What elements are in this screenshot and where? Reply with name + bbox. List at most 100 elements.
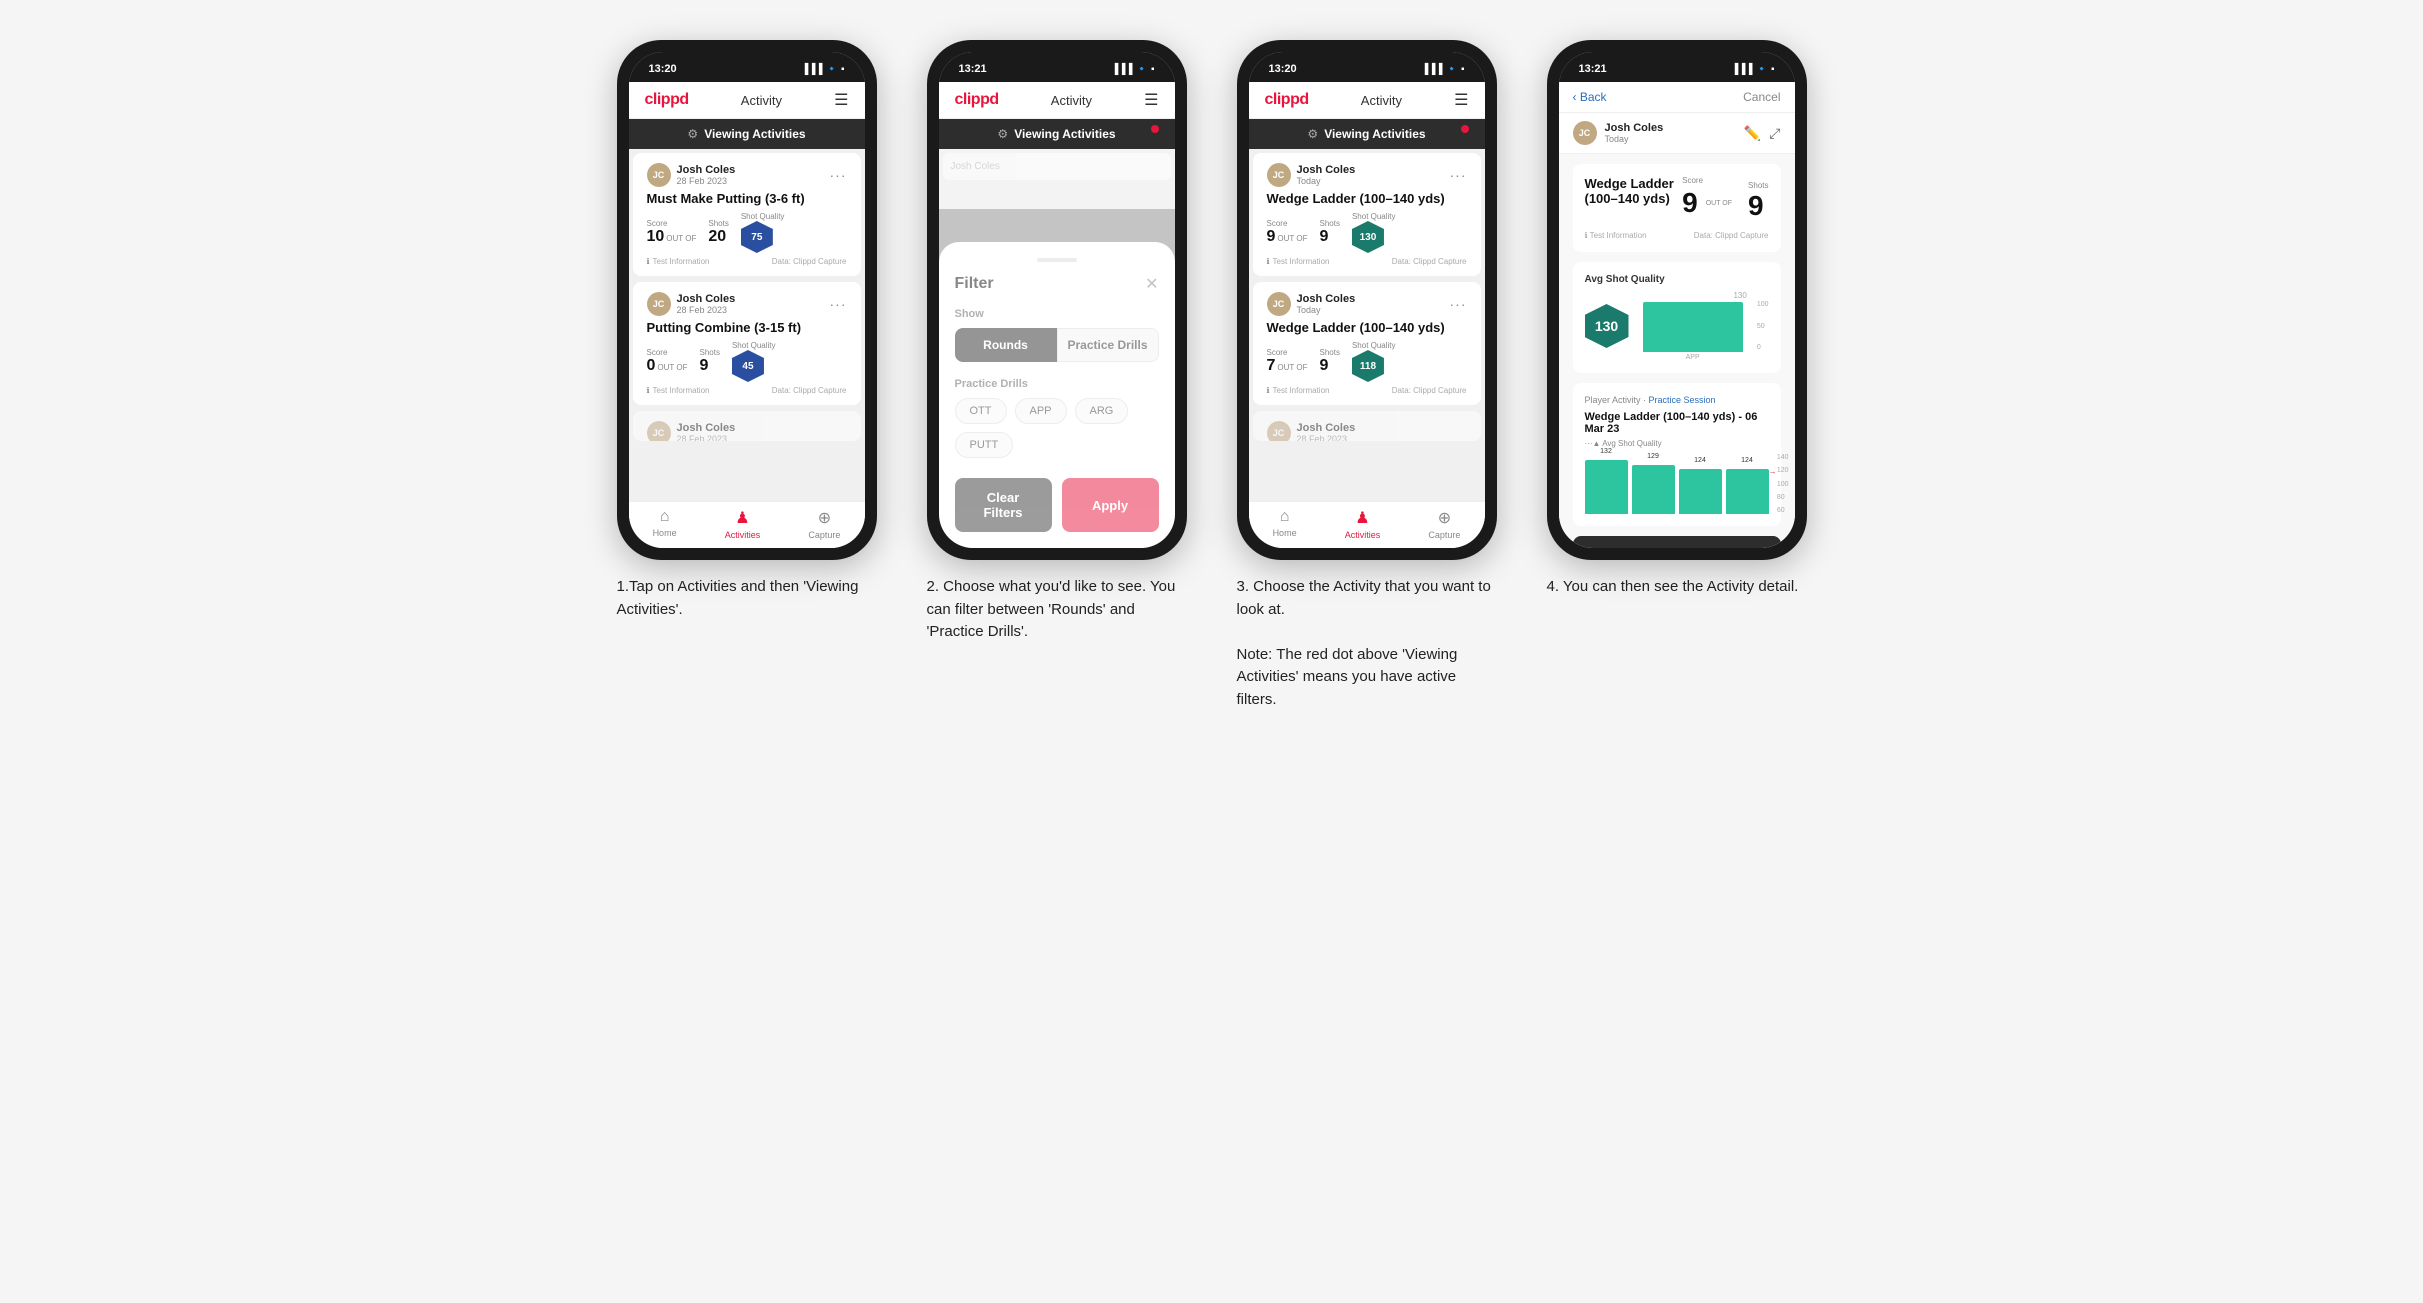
detail-data-4: Data: Clippd Capture <box>1694 231 1769 240</box>
nav-capture-1[interactable]: ⊕ Capture <box>808 508 840 540</box>
viewing-activities-bar-3[interactable]: ⚙ Viewing Activities <box>1249 119 1485 149</box>
more-icon-1-1[interactable]: ··· <box>830 167 847 183</box>
phone-3-column: 13:20 ▐▐▐ 🔹 ▪ clippd Activity ☰ ⚙ <box>1227 40 1507 711</box>
avatar-3-2: JC <box>1267 292 1291 316</box>
sq-block-3-2: Shot Quality 118 <box>1352 341 1396 382</box>
user-info-3-1: JC Josh Coles Today <box>1267 163 1356 187</box>
activities-icon-1: ♟ <box>735 508 749 528</box>
close-filter-button[interactable]: ✕ <box>1145 274 1158 294</box>
score-section-4: Wedge Ladder(100–140 yds) Score 9 OUT OF <box>1573 164 1781 252</box>
apply-filter-button[interactable]: Apply <box>1062 478 1159 532</box>
back-activities-button-4[interactable]: Back to Activities <box>1573 536 1781 548</box>
battery-icon-3: ▪ <box>1461 64 1465 75</box>
nav-capture-3[interactable]: ⊕ Capture <box>1428 508 1460 540</box>
status-bar-4: 13:21 ▐▐▐ 🔹 ▪ <box>1559 52 1795 82</box>
user-name-1-3: Josh Coles <box>677 422 736 434</box>
clear-filters-button[interactable]: Clear Filters <box>955 478 1052 532</box>
footer-info-left-1-1: ℹ Test Information <box>647 257 710 266</box>
avg-sq-label-4: Avg Shot Quality <box>1585 274 1769 285</box>
shots-label-3-1: Shots <box>1319 219 1339 228</box>
detail-action-icons-4: ✏️ ⤢ <box>1744 125 1781 142</box>
phone-2-frame: 13:21 ▐▐▐ 🔹 ▪ clippd Activity ☰ ⚙ <box>927 40 1187 560</box>
user-info-3-3: JC Josh Coles 28 Feb 2023 <box>1267 421 1356 441</box>
score-block-1-1: Score 10 OUT OF <box>647 219 697 246</box>
avatar-1-2: JC <box>647 292 671 316</box>
sheet-handle-2 <box>1037 258 1077 262</box>
activity-title-3-1: Wedge Ladder (100–140 yds) <box>1267 191 1467 206</box>
score-value-3-1: 9 OUT OF <box>1267 228 1308 246</box>
score-block-3-1: Score 9 OUT OF <box>1267 219 1308 246</box>
activity-card-1-2[interactable]: JC Josh Coles 28 Feb 2023 ··· Putting Co… <box>633 282 861 405</box>
more-icon-3-1[interactable]: ··· <box>1450 167 1467 183</box>
footer-info-left-3-2: ℹ Test Information <box>1267 386 1330 395</box>
more-icon-1-2[interactable]: ··· <box>830 296 847 312</box>
shots-value-1-2: 9 <box>699 357 719 375</box>
chip-ott[interactable]: OTT <box>955 398 1007 424</box>
viewing-activities-label-2: Viewing Activities <box>1014 127 1115 141</box>
header-title-2: Activity <box>1051 93 1092 108</box>
score-block-3-2: Score 7 OUT OF <box>1267 348 1308 375</box>
signal-icon-1: ▐▐▐ <box>801 64 822 75</box>
activity-card-3-1[interactable]: JC Josh Coles Today ··· Wedge Ladder (10… <box>1253 153 1481 276</box>
status-time-1: 13:20 <box>649 63 677 75</box>
viewing-activities-label-1: Viewing Activities <box>704 127 805 141</box>
user-date-3-2: Today <box>1297 305 1356 315</box>
card-footer-1-1: ℹ Test Information Data: Clippd Capture <box>647 257 847 266</box>
phone-3-frame: 13:20 ▐▐▐ 🔹 ▪ clippd Activity ☰ ⚙ <box>1237 40 1497 560</box>
viewing-activities-bar-1[interactable]: ⚙ Viewing Activities <box>629 119 865 149</box>
back-button-4[interactable]: ‹ Back <box>1573 90 1607 104</box>
practice-drills-toggle-button[interactable]: Practice Drills <box>1057 328 1159 362</box>
score-value-1-2: 0 OUT OF <box>647 357 688 375</box>
activities-label-3: Activities <box>1345 530 1381 540</box>
practice-session-label-4: Player Activity · Practice Session <box>1585 395 1769 405</box>
main-chart-4: 140 120 100 80 60 132 129 <box>1585 454 1769 514</box>
viewing-activities-bar-2[interactable]: ⚙ Viewing Activities <box>939 119 1175 149</box>
nav-activities-3[interactable]: ♟ Activities <box>1345 508 1381 540</box>
chip-arg[interactable]: ARG <box>1075 398 1129 424</box>
user-date-1-2: 28 Feb 2023 <box>677 305 736 315</box>
stats-row-1-1: Score 10 OUT OF Shots 20 Shot Quality 75 <box>647 212 847 253</box>
user-date-3-3: 28 Feb 2023 <box>1297 434 1356 441</box>
battery-icon-1: ▪ <box>841 64 845 75</box>
activity-card-3-3: JC Josh Coles 28 Feb 2023 <box>1253 411 1481 441</box>
activity-card-1-1[interactable]: JC Josh Coles 28 Feb 2023 ··· Must Make … <box>633 153 861 276</box>
wifi-icon-2: 🔹 <box>1136 64 1148 75</box>
filter-icon-1: ⚙ <box>687 127 698 141</box>
status-icons-1: ▐▐▐ 🔹 ▪ <box>801 64 844 75</box>
sq-label-1-1: Shot Quality <box>741 212 785 221</box>
wifi-icon-1: 🔹 <box>826 64 838 75</box>
user-info-1-1: JC Josh Coles 28 Feb 2023 <box>647 163 736 187</box>
chart-bars-4 <box>1639 302 1747 352</box>
status-bar-2: 13:21 ▐▐▐ 🔹 ▪ <box>939 52 1175 82</box>
edit-icon-4[interactable]: ✏️ <box>1744 125 1761 142</box>
sq-block-1-2: Shot Quality 45 <box>732 341 776 382</box>
rounds-toggle-button[interactable]: Rounds <box>955 328 1057 362</box>
detail-footer-4: ℹ Test Information Data: Clippd Capture <box>1585 231 1769 240</box>
user-date-1-3: 28 Feb 2023 <box>677 434 736 441</box>
chart-bar-4-4: 124 → <box>1726 469 1769 514</box>
home-label-1: Home <box>653 528 677 538</box>
phone-2-column: 13:21 ▐▐▐ 🔹 ▪ clippd Activity ☰ ⚙ <box>917 40 1197 644</box>
sq-hex-4: 130 <box>1585 304 1629 348</box>
detail-header-4: ‹ Back Cancel <box>1559 82 1795 113</box>
menu-icon-1[interactable]: ☰ <box>834 90 848 110</box>
chip-app[interactable]: APP <box>1015 398 1067 424</box>
avatar-3-3: JC <box>1267 421 1291 441</box>
menu-icon-3[interactable]: ☰ <box>1454 90 1468 110</box>
score-value-1-1: 10 OUT OF <box>647 228 697 246</box>
expand-icon-4[interactable]: ⤢ <box>1769 125 1780 142</box>
activity-card-3-2[interactable]: JC Josh Coles Today ··· Wedge Ladder (10… <box>1253 282 1481 405</box>
menu-icon-2[interactable]: ☰ <box>1144 90 1158 110</box>
activity-title-3-2: Wedge Ladder (100–140 yds) <box>1267 320 1467 335</box>
nav-home-3[interactable]: ⌂ Home <box>1273 508 1297 540</box>
cancel-button-4[interactable]: Cancel <box>1743 90 1780 104</box>
chart-y-labels-4: 140 120 100 80 60 <box>1777 454 1789 514</box>
nav-activities-1[interactable]: ♟ Activities <box>725 508 761 540</box>
background-content-2: Josh Coles Filter ✕ Show Rounds <box>939 149 1175 548</box>
more-icon-3-2[interactable]: ··· <box>1450 296 1467 312</box>
phone-1-column: 13:20 ▐▐▐ 🔹 ▪ clippd Activity ☰ ⚙ <box>607 40 887 621</box>
nav-home-1[interactable]: ⌂ Home <box>653 508 677 540</box>
chip-putt[interactable]: PUTT <box>955 432 1014 458</box>
activities-label-1: Activities <box>725 530 761 540</box>
practice-drills-section-label: Practice Drills <box>955 378 1159 390</box>
